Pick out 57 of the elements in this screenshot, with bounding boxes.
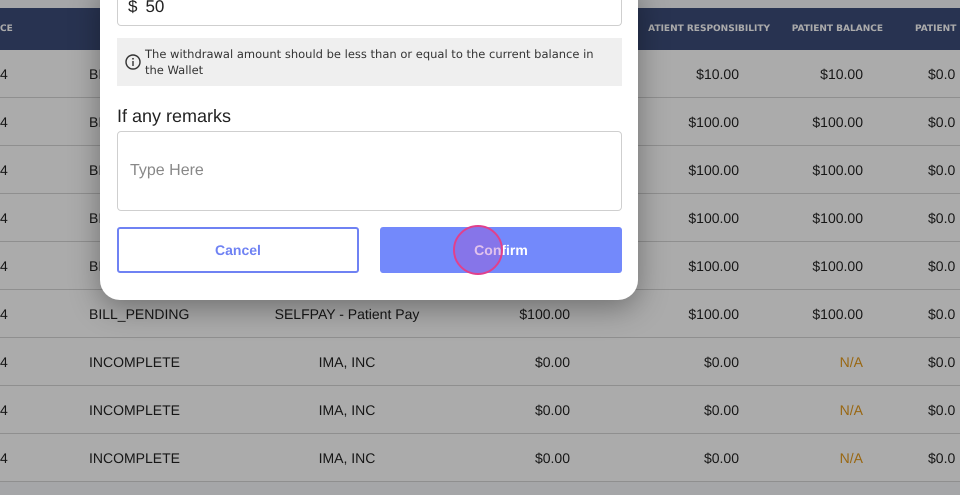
table-cell-text: $10.00 bbox=[819, 66, 864, 82]
table-cell-text: IMA, INC bbox=[318, 402, 376, 418]
table-cell-text: IMA, INC bbox=[318, 450, 376, 466]
table-cell-text: $100.00 bbox=[687, 306, 740, 322]
table-cell-text: IMA, INC bbox=[318, 354, 376, 370]
table-cell-text: INCOMPLETE bbox=[88, 450, 182, 466]
table-cell-text: 4 bbox=[0, 450, 9, 466]
table-cell-text: 4 bbox=[0, 210, 9, 226]
column-header: PATIENT bbox=[914, 24, 958, 34]
table-cell-text: BILL_PENDING bbox=[88, 306, 190, 322]
table-cell-text: $100.00 bbox=[811, 306, 864, 322]
table-cell-text: $100.00 bbox=[687, 162, 740, 178]
column-header: CE bbox=[0, 24, 14, 34]
status-text: N/A bbox=[838, 450, 864, 466]
table-cell-text: SELFPAY - Patient Pay bbox=[274, 306, 420, 322]
table-cell-text: 4 bbox=[0, 66, 9, 82]
table-cell-text: $100.00 bbox=[811, 162, 864, 178]
table-cell-text: $0.00 bbox=[702, 450, 740, 466]
status-text: N/A bbox=[838, 354, 864, 370]
table-cell-text: 4 bbox=[0, 114, 9, 130]
info-text: The withdrawal amount should be less than or equal to the current balance in the Wallet bbox=[145, 46, 595, 78]
table-cell-text: $100.00 bbox=[687, 114, 740, 130]
table-cell-text: INCOMPLETE bbox=[88, 402, 182, 418]
table-cell-text: $0.00 bbox=[534, 354, 571, 370]
table-cell-text: $100.00 bbox=[811, 210, 864, 226]
cancel-button[interactable]: Cancel bbox=[117, 227, 359, 273]
status-text: N/A bbox=[838, 402, 864, 418]
table-cell-text: $0.00 bbox=[534, 450, 571, 466]
table-cell-text: $100.00 bbox=[518, 306, 571, 322]
table-cell-text: 4 bbox=[0, 306, 9, 322]
table-cell-text: $100.00 bbox=[811, 114, 864, 130]
table-cell-text: $0.0 bbox=[927, 162, 956, 178]
table-cell-text: INCOMPLETE bbox=[88, 354, 182, 370]
table-cell-text: $0.00 bbox=[534, 402, 571, 418]
table-cell-text: $0.0 bbox=[927, 306, 956, 322]
table-cell-text: $0.00 bbox=[702, 402, 740, 418]
table-cell-text: 4 bbox=[0, 162, 9, 178]
table-cell-text: $0.0 bbox=[927, 450, 956, 466]
table-cell-text: 4 bbox=[0, 402, 9, 418]
table-cell-text: $0.0 bbox=[927, 402, 956, 418]
table-cell-text: $0.0 bbox=[927, 354, 956, 370]
table-cell-text: $100.00 bbox=[811, 258, 864, 274]
remarks-label: If any remarks bbox=[117, 106, 232, 127]
table-cell-text: $0.0 bbox=[927, 114, 956, 130]
remarks-field[interactable]: Type Here bbox=[117, 131, 622, 211]
column-header: PATIENT BALANCE bbox=[790, 24, 884, 34]
table-cell-text: $0.00 bbox=[702, 354, 740, 370]
column-header: ATIENT RESPONSIBILITY bbox=[647, 24, 770, 34]
table-cell-text: $100.00 bbox=[687, 210, 740, 226]
table-cell-text: $10.00 bbox=[695, 66, 740, 82]
table-cell-text: $0.0 bbox=[927, 258, 956, 274]
info-icon bbox=[125, 54, 141, 70]
table-cell-text: 4 bbox=[0, 258, 9, 274]
table-cell-text: $0.0 bbox=[927, 210, 956, 226]
table-cell-text: $100.00 bbox=[687, 258, 740, 274]
table-cell-text: 4 bbox=[0, 354, 9, 370]
table-cell-text: $0.0 bbox=[927, 66, 956, 82]
